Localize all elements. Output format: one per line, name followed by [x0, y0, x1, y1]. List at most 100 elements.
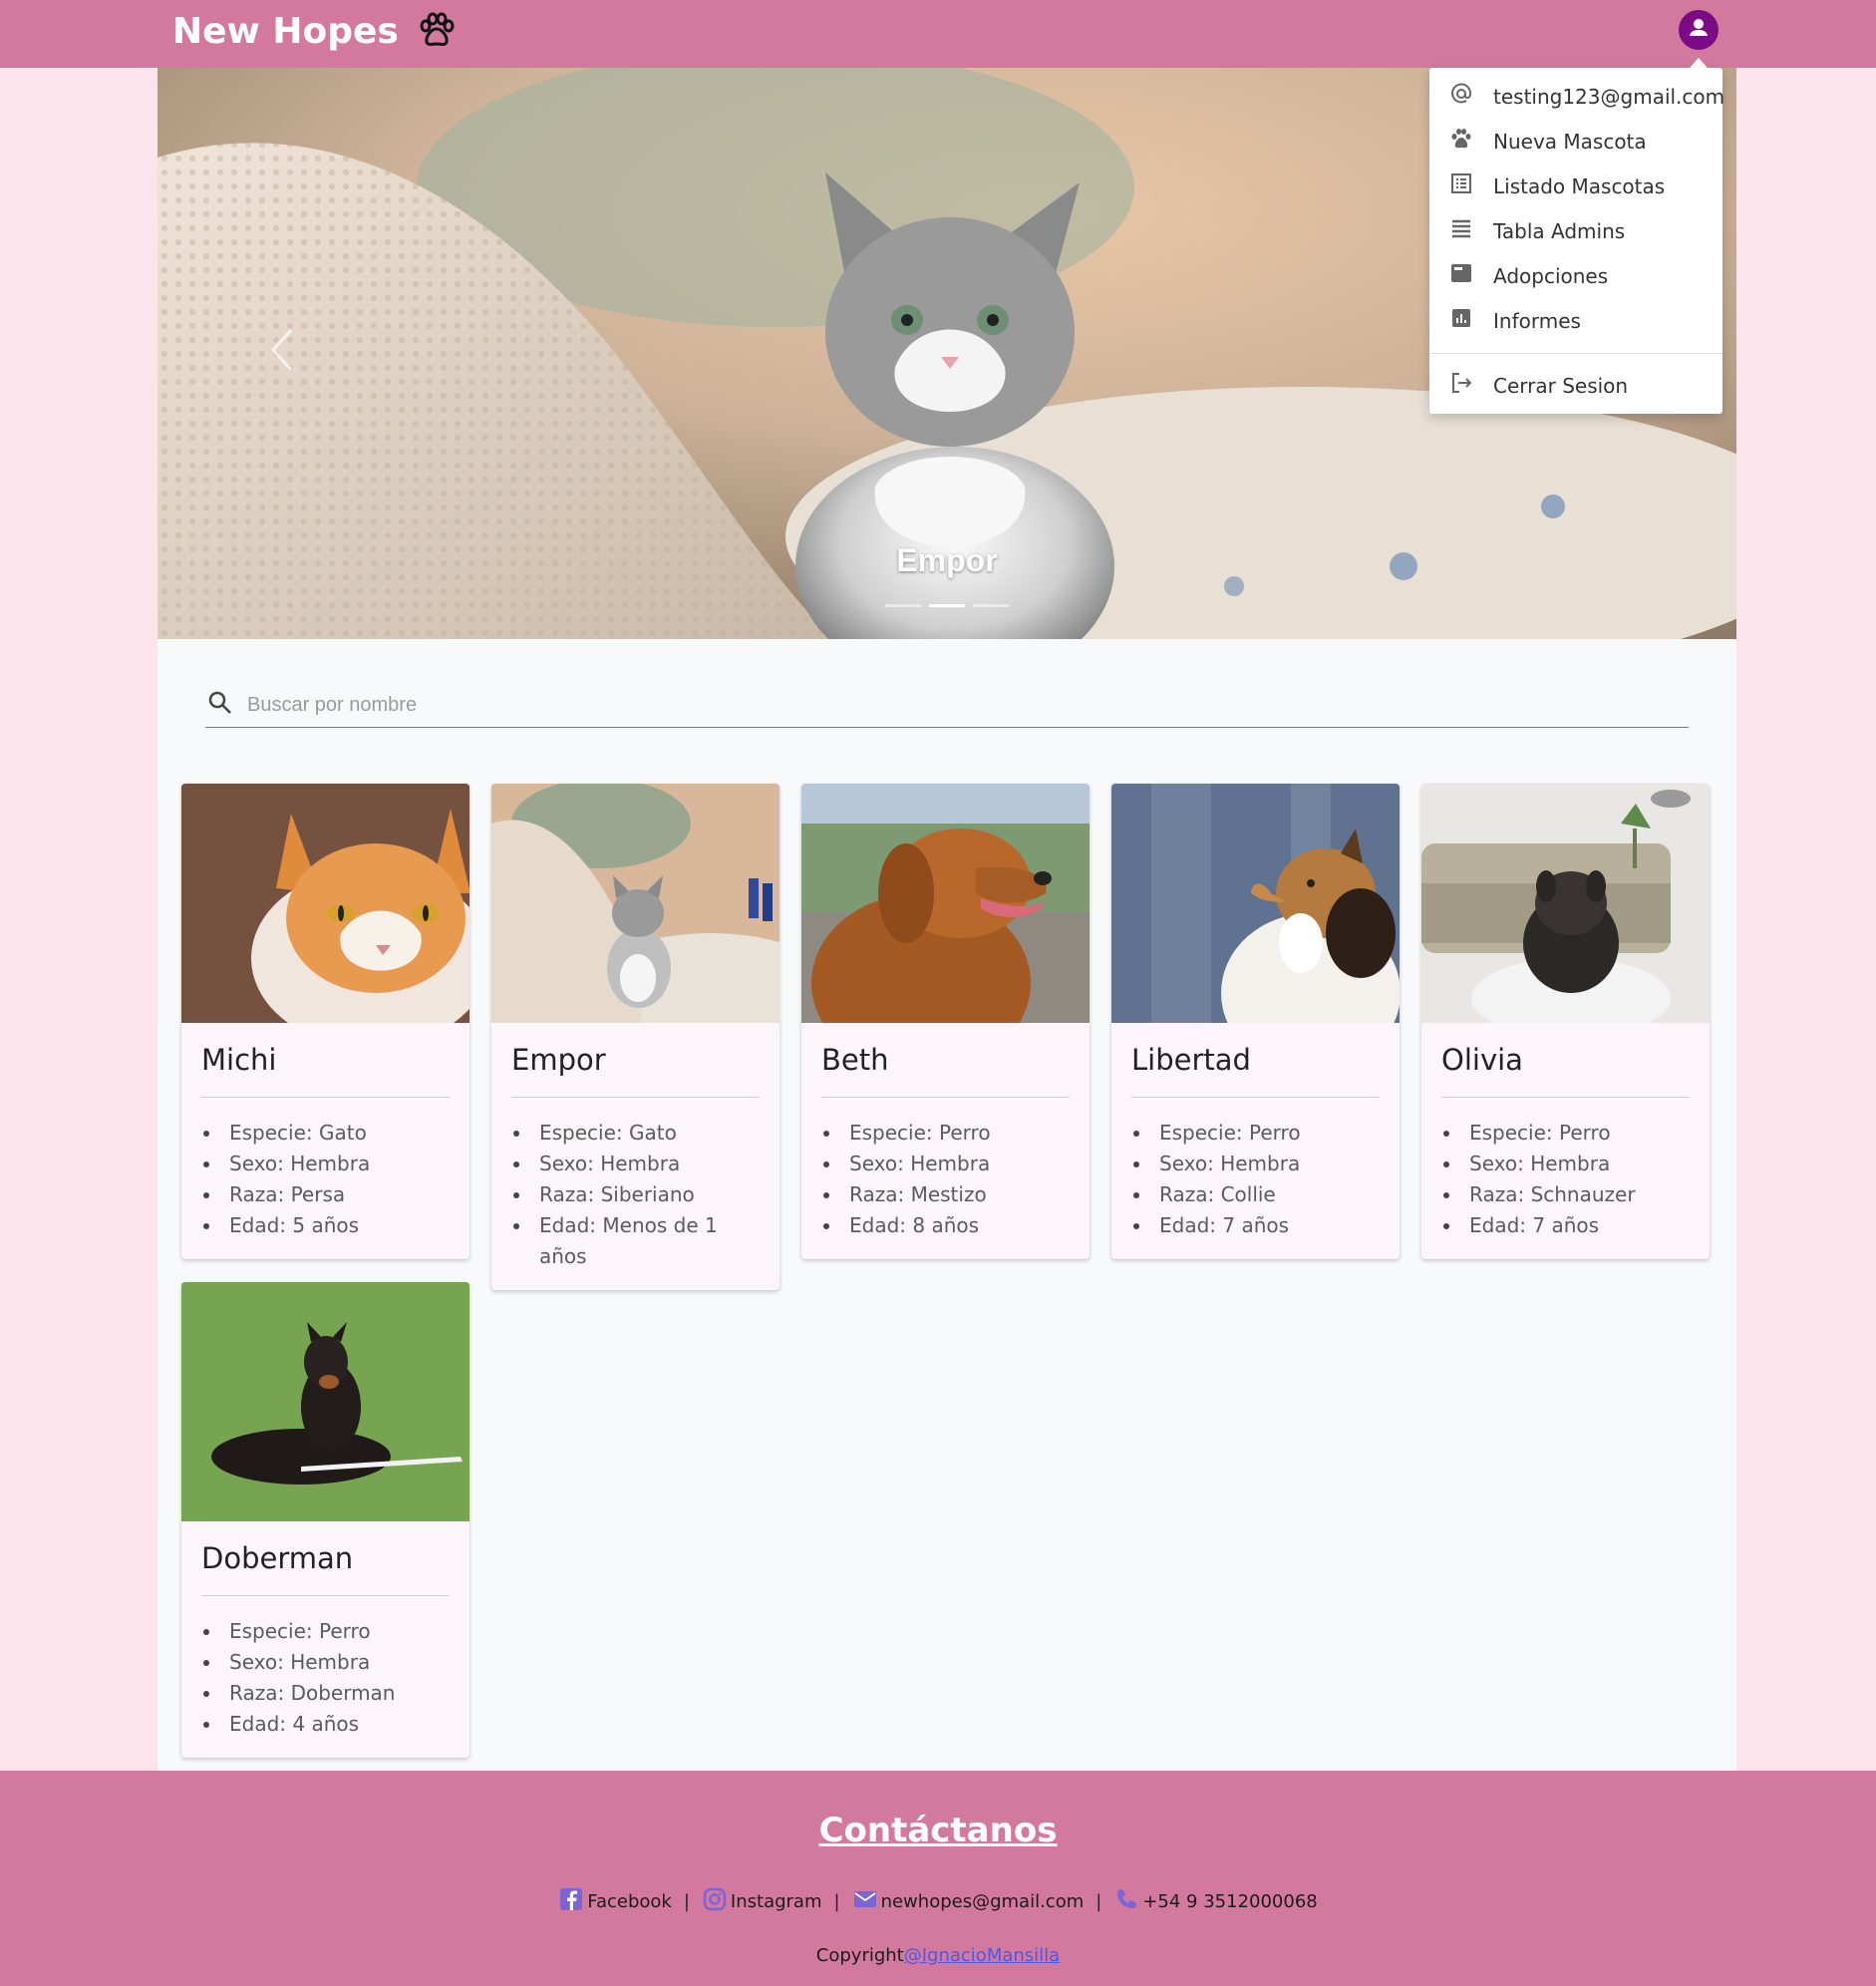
brand-title: New Hopes: [172, 10, 399, 52]
pet-details: Especie: Gato Sexo: Hembra Raza: Persa E…: [201, 1118, 450, 1241]
pet-card-olivia[interactable]: Olivia Especie: Perro Sexo: Hembra Raza:…: [1421, 784, 1710, 1259]
at-sign-icon: [1449, 82, 1473, 111]
search-bar: [205, 684, 1689, 728]
pet-especie: Especie: Perro: [821, 1118, 1070, 1149]
email-link[interactable]: newhopes@gmail.com: [852, 1886, 1085, 1917]
pet-image: [491, 784, 780, 1023]
chart-icon: [1449, 306, 1473, 335]
brand[interactable]: New Hopes: [172, 0, 457, 62]
pet-details: Especie: Perro Sexo: Hembra Raza: Mestiz…: [821, 1118, 1070, 1241]
menu-item-email[interactable]: testing123@gmail.com: [1429, 74, 1725, 119]
pet-edad: Edad: 7 años: [1131, 1210, 1380, 1241]
account-circle-icon: [1686, 15, 1712, 46]
pet-sexo: Sexo: Hembra: [1131, 1149, 1380, 1179]
menu-caret: [1690, 58, 1708, 68]
pet-especie: Especie: Perro: [1131, 1118, 1380, 1149]
separator: |: [1095, 1891, 1102, 1912]
pet-raza: Raza: Mestizo: [821, 1179, 1070, 1210]
menu-item-label: Adopciones: [1493, 263, 1609, 288]
phone-label: +54 9 3512000068: [1142, 1891, 1318, 1912]
menu-item-label: Nueva Mascota: [1493, 129, 1647, 154]
pet-especie: Especie: Perro: [1441, 1118, 1690, 1149]
carousel-caption: Empor: [896, 542, 998, 578]
menu-item-informes[interactable]: Informes: [1429, 298, 1722, 343]
footer-title: Contáctanos: [0, 1811, 1876, 1850]
phone-icon: [1113, 1886, 1139, 1917]
chevron-left-icon: [269, 328, 295, 377]
pet-sexo: Sexo: Hembra: [821, 1149, 1070, 1179]
search-input[interactable]: [247, 694, 1643, 717]
pet-image: [181, 1282, 469, 1521]
pet-image: [801, 784, 1090, 1023]
pet-edad: Edad: 7 años: [1441, 1210, 1690, 1241]
pet-raza: Raza: Siberiano: [511, 1179, 760, 1210]
phone-link[interactable]: +54 9 3512000068: [1113, 1886, 1318, 1917]
pet-details: Especie: Perro Sexo: Hembra Raza: Schnau…: [1441, 1118, 1690, 1241]
pet-card-beth[interactable]: Beth Especie: Perro Sexo: Hembra Raza: M…: [801, 784, 1090, 1259]
menu-item-nueva-mascota[interactable]: Nueva Mascota: [1429, 119, 1722, 164]
footer: Contáctanos Facebook | Instagram | newho…: [0, 1771, 1876, 1986]
pet-card-empor[interactable]: Empor Especie: Gato Sexo: Hembra Raza: S…: [491, 784, 780, 1290]
pet-edad: Edad: 4 años: [201, 1709, 450, 1740]
pet-sexo: Sexo: Hembra: [201, 1647, 450, 1678]
menu-item-label: testing123@gmail.com: [1493, 84, 1725, 109]
menu-item-label: Tabla Admins: [1493, 218, 1626, 243]
table-icon: [1449, 216, 1473, 245]
separator: |: [833, 1891, 840, 1912]
menu-item-adopciones[interactable]: Adopciones: [1429, 253, 1722, 298]
pet-card-michi[interactable]: Michi Especie: Gato Sexo: Hembra Raza: P…: [181, 784, 469, 1259]
pet-name: Libertad: [1131, 1043, 1380, 1098]
pet-card-doberman[interactable]: Doberman Especie: Perro Sexo: Hembra Raz…: [181, 1282, 469, 1758]
pet-details: Especie: Perro Sexo: Hembra Raza: Doberm…: [201, 1616, 450, 1740]
menu-item-cerrar-sesion[interactable]: Cerrar Sesion: [1429, 363, 1722, 408]
author-link[interactable]: @IgnacioMansilla: [904, 1945, 1060, 1966]
instagram-link[interactable]: Instagram: [702, 1886, 822, 1917]
pet-edad: Edad: 5 años: [201, 1210, 450, 1241]
menu-item-label: Informes: [1493, 308, 1581, 333]
menu-item-label: Listado Mascotas: [1493, 173, 1666, 198]
pet-image: [181, 784, 469, 1023]
user-menu-button[interactable]: [1679, 10, 1719, 50]
search-icon: [207, 690, 233, 721]
carousel-prev-button[interactable]: [257, 317, 307, 387]
separator: |: [683, 1891, 690, 1912]
pet-edad: Edad: 8 años: [821, 1210, 1070, 1241]
pet-name: Olivia: [1441, 1043, 1690, 1098]
pet-name: Michi: [201, 1043, 450, 1098]
carousel-indicator-3[interactable]: [973, 604, 1009, 607]
menu-item-tabla-admins[interactable]: Tabla Admins: [1429, 208, 1722, 253]
pet-especie: Especie: Gato: [511, 1118, 760, 1149]
mail-icon: [852, 1886, 878, 1917]
pet-name: Doberman: [201, 1541, 450, 1596]
pet-name: Beth: [821, 1043, 1070, 1098]
facebook-label: Facebook: [587, 1891, 672, 1912]
pet-raza: Raza: Schnauzer: [1441, 1179, 1690, 1210]
instagram-label: Instagram: [730, 1891, 822, 1912]
pet-raza: Raza: Persa: [201, 1179, 450, 1210]
pet-details: Especie: Gato Sexo: Hembra Raza: Siberia…: [511, 1118, 760, 1272]
pet-card-libertad[interactable]: Libertad Especie: Perro Sexo: Hembra Raz…: [1111, 784, 1400, 1259]
pet-sexo: Sexo: Hembra: [1441, 1149, 1690, 1179]
contact-links: Facebook | Instagram | newhopes@gmail.co…: [0, 1886, 1876, 1917]
logout-icon: [1449, 371, 1473, 400]
pet-especie: Especie: Gato: [201, 1118, 450, 1149]
menu-item-listado-mascotas[interactable]: Listado Mascotas: [1429, 164, 1722, 208]
email-label: newhopes@gmail.com: [880, 1891, 1085, 1912]
list-icon: [1449, 171, 1473, 200]
pet-especie: Especie: Perro: [201, 1616, 450, 1647]
user-dropdown-menu: testing123@gmail.com Nueva Mascota Lista…: [1429, 68, 1725, 414]
pet-details: Especie: Perro Sexo: Hembra Raza: Collie…: [1131, 1118, 1380, 1241]
menu-divider: [1429, 353, 1722, 354]
carousel-indicator-2[interactable]: [929, 604, 965, 607]
top-app-bar: New Hopes: [0, 0, 1876, 68]
carousel-indicators: [885, 604, 1009, 607]
pet-edad: Edad: Menos de 1 años: [511, 1210, 760, 1272]
pet-raza: Raza: Collie: [1131, 1179, 1380, 1210]
copyright: Copyright@IgnacioMansilla: [0, 1945, 1876, 1966]
paw-icon: [417, 11, 457, 51]
pet-image: [1111, 784, 1400, 1023]
carousel-indicator-1[interactable]: [885, 604, 921, 607]
menu-item-label: Cerrar Sesion: [1493, 373, 1629, 398]
footer-title-text: Contáctanos: [818, 1811, 1058, 1850]
facebook-link[interactable]: Facebook: [558, 1886, 672, 1917]
